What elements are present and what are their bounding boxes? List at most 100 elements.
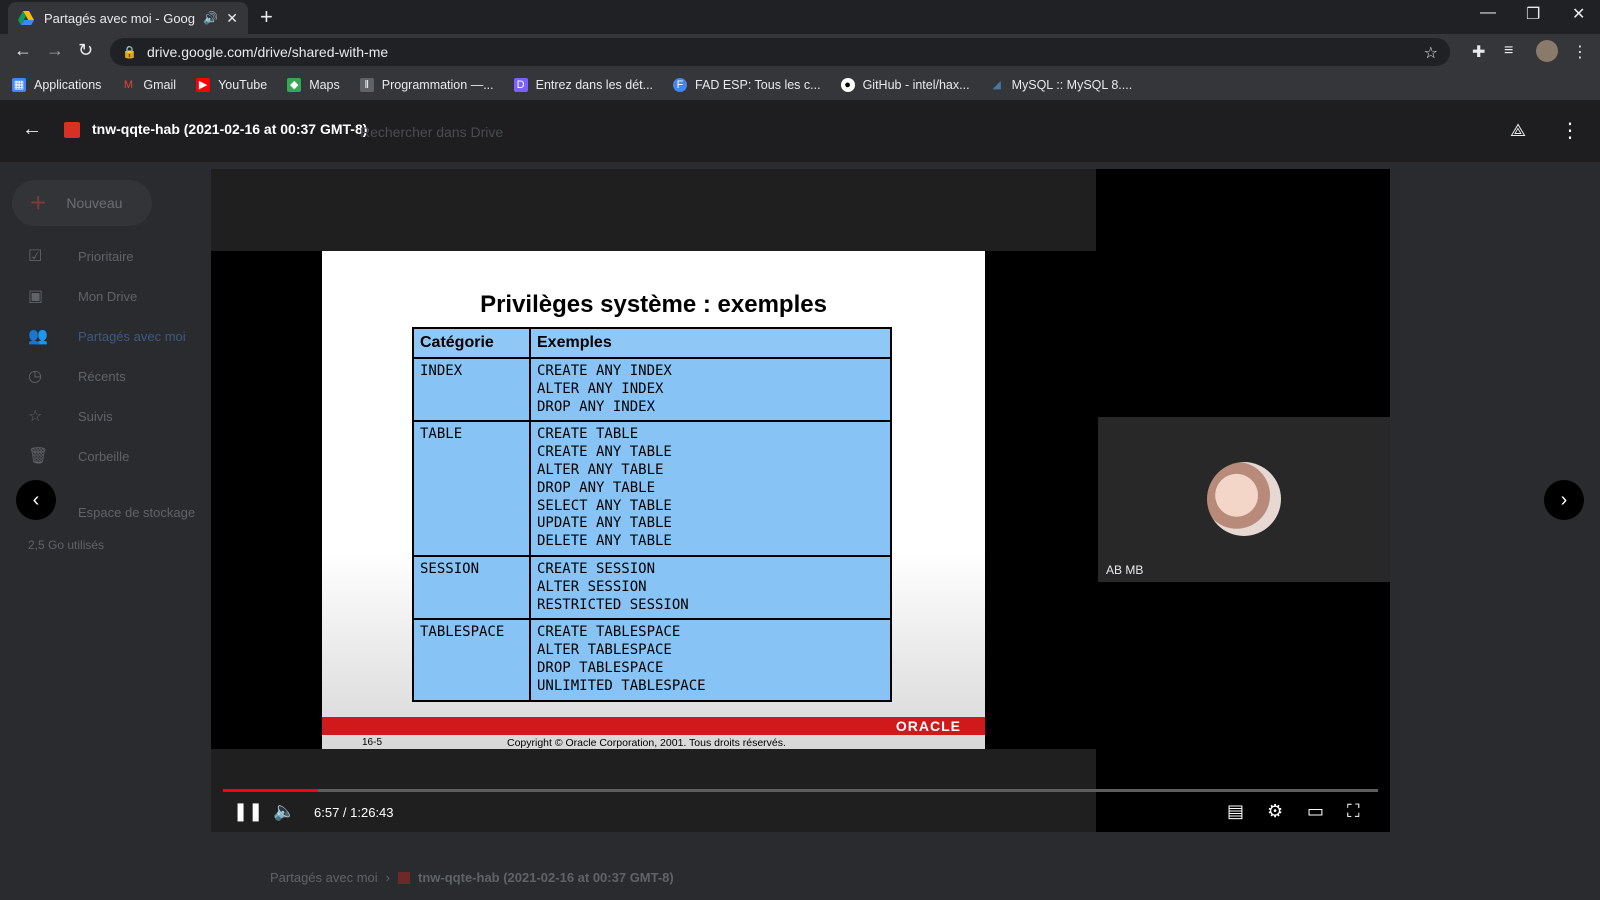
clock-icon: ◷ [28, 368, 42, 385]
sidebar-item-prioritaire[interactable]: ☑ Prioritaire [28, 246, 134, 266]
subtitles-icon[interactable]: ▤ [1227, 801, 1244, 822]
category-cell: INDEX [412, 356, 531, 423]
close-window-icon[interactable]: ✕ [1572, 4, 1585, 24]
viewer-header: ← tnw-qqte-hab (2021-02-16 at 00:37 GMT-… [0, 100, 1600, 162]
storage-used: 2,5 Go utilisés [28, 538, 105, 552]
column-header: Catégorie [412, 327, 531, 359]
tab-title: Partagés avec moi - Google Drive [44, 10, 196, 26]
chevron-right-icon: › [1560, 488, 1568, 511]
video-player[interactable]: Privilèges système : exemples Catégorie … [211, 169, 1390, 832]
slide-number: 16-5 [362, 737, 383, 748]
settings-gear-icon[interactable]: ⚙ [1267, 801, 1283, 822]
bookmark-star-icon[interactable]: ☆ [1424, 43, 1438, 63]
examples-cell: CREATE TABLESPACE ALTER TABLESPACE DROP TA… [529, 618, 892, 702]
maps-icon: ◆ [287, 78, 302, 92]
bookmark-label: Gmail [143, 78, 177, 92]
add-to-drive-icon[interactable]: ⟁ [1510, 120, 1526, 141]
forward-icon[interactable]: → [46, 40, 64, 61]
gmail-icon: M [123, 79, 133, 91]
sidebar-item-suivis[interactable]: ☆ Suivis [28, 406, 113, 426]
examples-cell: CREATE TABLE CREATE ANY TABLE ALTER ANY TA… [529, 420, 892, 557]
github-icon: ● [840, 78, 855, 92]
example-privilege: ALTER ANY INDEX [537, 380, 664, 397]
chevron-right-icon: › [385, 870, 391, 885]
plus-icon: + [30, 187, 47, 218]
sidebar-item-mon-drive[interactable]: ▣ Mon Drive [28, 286, 137, 306]
video-progress-bar[interactable] [223, 789, 1378, 792]
new-tab-icon[interactable]: + [260, 4, 273, 30]
profile-avatar[interactable] [1536, 40, 1558, 62]
breadcrumb-root[interactable]: Partagés avec moi [270, 870, 378, 885]
browser-tab[interactable]: Partagés avec moi - Google Drive 🔊 ✕ [8, 2, 248, 34]
volume-icon[interactable]: 🔈 [273, 801, 295, 822]
bookmark-discord[interactable]: D Entrez dans les dét... [513, 78, 653, 92]
category-cell: TABLE [412, 420, 531, 557]
next-file-button[interactable]: › [1544, 480, 1584, 520]
bookmark-maps[interactable]: ◆ Maps [287, 78, 340, 92]
more-options-icon[interactable]: ⋮ [1560, 118, 1580, 143]
breadcrumb-current-label: tnw-qqte-hab (2021-02-16 at 00:37 GMT-8) [418, 870, 674, 885]
participant-avatar [1207, 462, 1281, 536]
close-tab-icon[interactable]: ✕ [226, 10, 238, 27]
bookmark-applications[interactable]: ▦ Applications [12, 78, 101, 92]
example-privilege: DROP TABLESPACE [537, 659, 664, 676]
bookmark-mysql[interactable]: ◢ MySQL :: MySQL 8.... [990, 78, 1133, 92]
example-privilege: CREATE ANY TABLE [537, 444, 672, 461]
example-privilege: UNLIMITED TABLESPACE [537, 677, 706, 694]
example-privilege: DROP ANY INDEX [537, 398, 656, 415]
tab-strip: Partagés avec moi - Google Drive 🔊 ✕ + —… [0, 0, 1600, 34]
example-privilege: SELECT ANY TABLE [537, 497, 672, 514]
speaker-icon[interactable]: 🔊 [203, 11, 218, 25]
back-icon[interactable]: ← [14, 40, 32, 61]
media-control-icon[interactable]: ≡ [1504, 42, 1513, 60]
bookmark-fad-esp[interactable]: F FAD ESP: Tous les c... [673, 78, 821, 92]
main-video-area: Privilèges système : exemples Catégorie … [211, 169, 1096, 832]
example-privilege: RESTRICTED SESSION [537, 596, 689, 613]
example-privilege: UPDATE ANY TABLE [537, 515, 672, 532]
bookmark-label: MySQL :: MySQL 8.... [1011, 78, 1133, 92]
privileges-table: Catégorie Exemples INDEX CREATE ANY INDEX… [412, 327, 892, 702]
example-privilege: DROP ANY TABLE [537, 479, 656, 496]
new-button[interactable]: + Nouveau [12, 180, 152, 226]
address-bar[interactable]: 🔒 drive.google.com/drive/shared-with-me … [110, 38, 1450, 66]
fullscreen-icon[interactable]: ⛶ [1347, 801, 1360, 822]
table-header-row: Catégorie Exemples [412, 327, 892, 359]
bookmarks-bar: ▦ Applications M Gmail ▶ YouTube ◆ Maps ‖ Pro… [0, 70, 1600, 100]
sidebar-item-label: Espace de stockage [78, 504, 196, 520]
bookmark-youtube[interactable]: ▶ YouTube [196, 78, 267, 92]
table-row: SESSION CREATE SESSION ALTER SESSION RESTRI… [412, 554, 892, 621]
pause-icon[interactable]: ❚❚ [233, 801, 263, 822]
category-cell: SESSION [412, 554, 531, 621]
chrome-menu-icon[interactable]: ⋮ [1572, 42, 1588, 62]
star-icon: ☆ [28, 408, 43, 425]
bookmark-icon: ‖ [359, 78, 374, 92]
reload-icon[interactable]: ↻ [78, 40, 93, 61]
category-cell: TABLESPACE [412, 618, 531, 702]
table-row: TABLE CREATE TABLE CREATE ANY TABLE ALTER A… [412, 420, 892, 557]
sidebar-item-label: Prioritaire [78, 248, 134, 264]
previous-file-button[interactable]: ‹ [16, 480, 56, 520]
miniplayer-icon[interactable]: ▭ [1307, 801, 1324, 822]
extensions-icon[interactable]: ✚ [1472, 42, 1485, 62]
slide-copyright: Copyright © Oracle Corporation, 2001. To… [507, 737, 786, 749]
bookmark-gmail[interactable]: M Gmail [121, 78, 176, 92]
drive-icon: ▣ [28, 288, 44, 305]
new-button-label: Nouveau [66, 195, 123, 211]
table-row: TABLESPACE CREATE TABLESPACE ALTER TABLESP… [412, 618, 892, 702]
bookmark-github[interactable]: ● GitHub - intel/hax... [840, 78, 970, 92]
examples-cell: CREATE SESSION ALTER SESSION RESTRICTED SE… [529, 554, 892, 621]
bookmark-programmation[interactable]: ‖ Programmation —... [359, 78, 494, 92]
people-icon: 👥 [28, 328, 48, 345]
youtube-icon: ▶ [196, 78, 211, 92]
restore-icon[interactable]: ❐ [1526, 4, 1540, 24]
sidebar-item-corbeille[interactable]: 🗑 Corbeille [28, 446, 129, 466]
fad-icon: F [673, 78, 688, 92]
sidebar-item-partages[interactable]: 👥 Partagés avec moi [28, 326, 186, 346]
example-privilege: ALTER ANY TABLE [537, 461, 664, 478]
minimize-icon[interactable]: — [1480, 4, 1496, 22]
bookmark-label: YouTube [218, 78, 268, 92]
url-text: drive.google.com/drive/shared-with-me [146, 44, 389, 60]
back-arrow-icon[interactable]: ← [22, 118, 42, 141]
sidebar-item-label: Partagés avec moi [78, 328, 186, 344]
sidebar-item-recents[interactable]: ◷ Récents [28, 366, 126, 386]
